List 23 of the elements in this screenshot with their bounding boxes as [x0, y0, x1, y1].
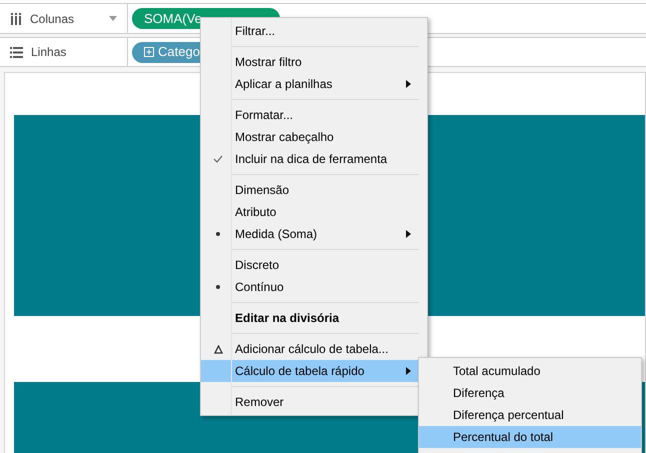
menu-item-label: Medida (Soma) — [235, 226, 318, 243]
menu-item-label: Adicionar cálculo de tabela... — [235, 341, 390, 358]
menu-item-label: Aplicar a planilhas — [235, 76, 334, 93]
menu-item-label: Diferença percentual — [453, 407, 564, 424]
menu-item-label: Filtrar... — [235, 23, 276, 40]
menu-item-label: Discreto — [235, 257, 280, 274]
pill-label: SOMA(Ve — [144, 10, 202, 28]
shelf-label: Colunas — [30, 10, 76, 28]
menu-item-label: Mostrar filtro — [235, 54, 303, 71]
pill-label: Catego — [158, 43, 200, 62]
menu-item-label: Atributo — [235, 204, 278, 221]
menu-item-label: Contínuo — [235, 279, 285, 296]
menu-item-label: Diferença — [453, 385, 504, 402]
menu-item-label: Percentual do total — [453, 429, 554, 446]
menu-item-label: Cálculo de tabela rápido — [235, 363, 366, 380]
menu-item-label: Remover — [235, 394, 285, 411]
shelf-label: Linhas — [31, 44, 68, 61]
menu-item-label: Mostrar cabeçalho — [235, 129, 335, 146]
menu-item-label: Dimensão — [235, 182, 290, 199]
menu-item-label: Editar na divisória — [235, 310, 340, 327]
menu-item-label: Total acumulado — [453, 363, 540, 380]
menu-item-label: Formatar... — [235, 107, 294, 124]
menu-item-label: Incluir na dica de ferramenta — [235, 151, 388, 168]
